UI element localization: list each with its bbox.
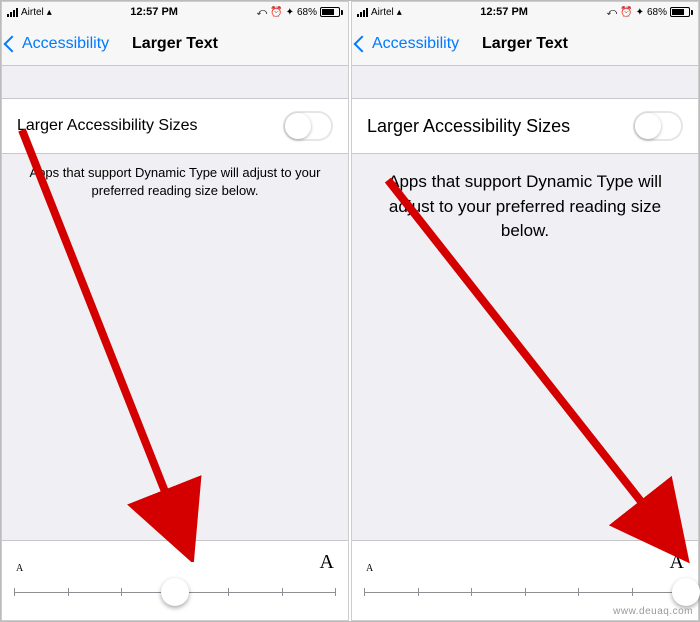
larger-sizes-label: Larger Accessibility Sizes <box>367 116 570 137</box>
back-button[interactable]: Accessibility <box>2 35 109 53</box>
nav-bar: Accessibility Larger Text <box>2 22 348 66</box>
bluetooth-icon: ✦ <box>636 7 644 18</box>
chevron-left-icon <box>4 35 21 52</box>
larger-sizes-row: Larger Accessibility Sizes <box>2 98 348 154</box>
larger-sizes-toggle[interactable] <box>283 111 333 141</box>
back-label: Accessibility <box>372 35 459 53</box>
battery-icon <box>320 7 343 17</box>
wifi-icon: ▴ <box>397 7 402 18</box>
larger-sizes-label: Larger Accessibility Sizes <box>17 117 198 135</box>
phone-screenshot-left: Airtel ▴ 12:57 PM ⤺ ⏰ ✦ 68% Accessibilit… <box>1 1 349 621</box>
slider-thumb[interactable] <box>161 578 189 606</box>
alarm-icon: ⏰ <box>620 7 632 18</box>
back-label: Accessibility <box>22 35 109 53</box>
wifi-icon: ▴ <box>47 7 52 18</box>
signal-icon <box>7 8 18 17</box>
bluetooth-icon: ✦ <box>286 7 294 18</box>
alarm-icon: ⏰ <box>270 7 282 18</box>
status-bar: Airtel ▴ 12:57 PM ⤺ ⏰ ✦ 68% <box>2 2 348 22</box>
back-button[interactable]: Accessibility <box>352 35 459 53</box>
text-size-slider-area: A A <box>2 540 348 620</box>
watermark: www.deuaq.com <box>613 606 693 617</box>
clock: 12:57 PM <box>130 6 178 18</box>
carrier-label: Airtel <box>371 7 394 18</box>
battery-pct: 68% <box>647 7 667 18</box>
battery-icon <box>670 7 693 17</box>
larger-sizes-row: Larger Accessibility Sizes <box>352 98 698 154</box>
battery-pct: 68% <box>297 7 317 18</box>
slider-max-label: A <box>670 551 684 574</box>
chevron-left-icon <box>354 35 371 52</box>
text-size-slider[interactable] <box>14 578 336 606</box>
slider-max-label: A <box>320 551 334 574</box>
slider-thumb[interactable] <box>672 578 700 606</box>
orientation-lock-icon: ⤺ <box>606 7 617 18</box>
clock: 12:57 PM <box>480 6 528 18</box>
larger-sizes-toggle[interactable] <box>633 111 683 141</box>
phone-screenshot-right: Airtel ▴ 12:57 PM ⤺ ⏰ ✦ 68% Accessibilit… <box>351 1 699 621</box>
slider-min-label: A <box>366 563 373 574</box>
signal-icon <box>357 8 368 17</box>
carrier-label: Airtel <box>21 7 44 18</box>
orientation-lock-icon: ⤺ <box>256 7 267 18</box>
dynamic-type-hint: Apps that support Dynamic Type will adju… <box>2 154 348 199</box>
status-bar: Airtel ▴ 12:57 PM ⤺ ⏰ ✦ 68% <box>352 2 698 22</box>
nav-bar: Accessibility Larger Text <box>352 22 698 66</box>
dynamic-type-hint: Apps that support Dynamic Type will adju… <box>352 154 698 244</box>
text-size-slider[interactable] <box>364 578 686 606</box>
slider-min-label: A <box>16 563 23 574</box>
